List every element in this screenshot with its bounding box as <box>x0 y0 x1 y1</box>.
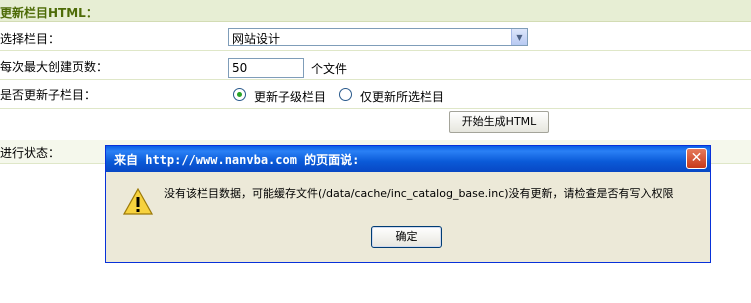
alert-dialog: 来自 http://www.nanvba.com 的页面说: ✕ 没有该栏目数据… <box>105 145 711 263</box>
radio-update-selected[interactable] <box>339 88 352 101</box>
column-select[interactable]: 网站设计 ▼ <box>228 28 528 46</box>
radio-update-selected-label[interactable]: 仅更新所选栏目 <box>360 88 444 105</box>
max-pages-unit: 个文件 <box>311 62 348 76</box>
column-select-value: 网站设计 <box>232 32 281 46</box>
section-header: 更新栏目HTML： <box>0 0 751 22</box>
column-select-label: 选择栏目： <box>0 32 61 46</box>
update-subcolumn-row: 是否更新子栏目： 更新子级栏目 仅更新所选栏目 <box>0 81 751 109</box>
max-pages-label: 每次最大创建页数： <box>0 60 109 74</box>
radio-update-sub-label[interactable]: 更新子级栏目 <box>254 88 326 105</box>
max-pages-input[interactable] <box>228 58 304 78</box>
dialog-titlebar[interactable]: 来自 http://www.nanvba.com 的页面说: ✕ <box>106 146 710 172</box>
close-icon[interactable]: ✕ <box>686 148 707 169</box>
column-select-row: 选择栏目： 网站设计 ▼ <box>0 23 751 51</box>
radio-update-sub[interactable] <box>233 88 246 101</box>
generate-html-button[interactable]: 开始生成HTML <box>449 111 549 133</box>
section-title: 更新栏目HTML： <box>0 6 98 20</box>
chevron-down-icon[interactable]: ▼ <box>511 29 527 45</box>
dialog-title: 来自 http://www.nanvba.com 的页面说: <box>114 153 360 167</box>
status-label: 进行状态： <box>0 146 61 160</box>
warning-icon <box>123 188 153 215</box>
max-pages-row: 每次最大创建页数： 个文件 <box>0 52 751 80</box>
update-subcolumn-label: 是否更新子栏目： <box>0 88 97 102</box>
dialog-message: 没有该栏目数据，可能缓存文件(/data/cache/inc_catalog_b… <box>164 187 674 200</box>
ok-button[interactable]: 确定 <box>371 226 442 248</box>
